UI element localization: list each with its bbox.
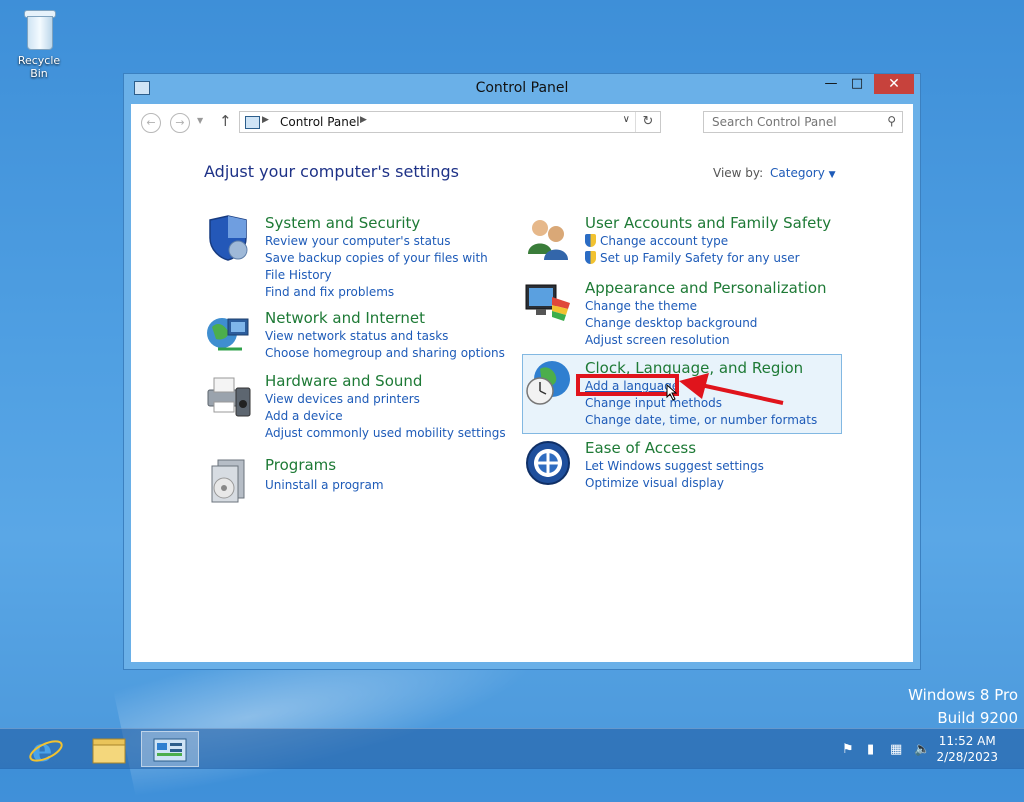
callout-arrow-icon: [679, 373, 784, 405]
appearance-icon: [525, 284, 570, 321]
watermark-build: Build 9200: [937, 709, 1018, 727]
back-button[interactable]: ←: [141, 113, 161, 133]
watermark-edition: Windows 8 Pro: [908, 686, 1018, 704]
shield-icon: [209, 215, 248, 261]
minimize-button[interactable]: —: [818, 74, 844, 94]
forward-button[interactable]: →: [170, 113, 190, 133]
recycle-bin-shortcut[interactable]: Recycle Bin: [8, 8, 70, 80]
programs-icon: [211, 459, 245, 503]
dropdown-arrow-icon: ▼: [828, 170, 836, 180]
power-icon[interactable]: ▮: [867, 742, 874, 757]
refresh-icon[interactable]: ↻: [635, 112, 660, 132]
link-windows-suggest-settings[interactable]: Let Windows suggest settings: [585, 458, 764, 475]
view-by-label: View by:: [713, 166, 764, 180]
category-title[interactable]: Hardware and Sound: [265, 372, 422, 390]
link-optimize-visual-display[interactable]: Optimize visual display: [585, 475, 764, 492]
link-change-theme[interactable]: Change the theme: [585, 298, 757, 315]
window-content: ← → ▼ ↑ ▶ Control Panel ▶ ∨ ↻ ⚲ Adjust y…: [131, 104, 913, 662]
globe-clock-icon: [526, 361, 570, 405]
users-icon: [528, 220, 568, 260]
link-desktop-background[interactable]: Change desktop background: [585, 315, 757, 332]
search-box[interactable]: ⚲: [703, 111, 903, 133]
recycle-bin-label: Recycle Bin: [17, 54, 61, 80]
search-input[interactable]: [710, 114, 878, 130]
control-panel-window: Control Panel — □ ✕ ← → ▼ ↑ ▶ Control Pa…: [123, 73, 921, 670]
view-by-value: Category: [770, 166, 825, 180]
network-icon: [207, 318, 249, 351]
ease-of-access-icon: [526, 441, 570, 485]
link-screen-resolution[interactable]: Adjust screen resolution: [585, 332, 757, 349]
link-save-backup[interactable]: Save backup copies of your files with Fi…: [265, 250, 495, 284]
link-uninstall-program[interactable]: Uninstall a program: [265, 477, 384, 494]
search-icon[interactable]: ⚲: [887, 114, 896, 128]
mouse-pointer-icon: [666, 383, 677, 401]
breadcrumb-chevron-icon[interactable]: ▶: [360, 115, 367, 125]
link-change-account-type[interactable]: Change account type: [585, 233, 800, 250]
link-date-time-formats[interactable]: Change date, time, or number formats: [585, 412, 817, 429]
taskbar-file-explorer[interactable]: [80, 731, 138, 767]
uac-shield-icon: [585, 251, 596, 264]
address-control-panel-icon: [245, 116, 260, 129]
breadcrumb-separator-icon[interactable]: ▶: [262, 115, 269, 125]
category-title[interactable]: Programs: [265, 456, 336, 474]
link-mobility-settings[interactable]: Adjust commonly used mobility settings: [265, 425, 506, 442]
link-review-status[interactable]: Review your computer's status: [265, 233, 495, 250]
close-button[interactable]: ✕: [874, 74, 914, 94]
category-title[interactable]: User Accounts and Family Safety: [585, 214, 831, 232]
up-arrow-icon[interactable]: ↑: [219, 112, 232, 130]
link-devices-printers[interactable]: View devices and printers: [265, 391, 506, 408]
link-add-device[interactable]: Add a device: [265, 408, 506, 425]
category-title[interactable]: System and Security: [265, 214, 420, 232]
navigation-bar: ← → ▼ ↑ ▶ Control Panel ▶ ∨ ↻ ⚲: [131, 104, 913, 140]
category-title[interactable]: Ease of Access: [585, 439, 696, 457]
category-title[interactable]: Network and Internet: [265, 309, 425, 327]
action-center-flag-icon[interactable]: ⚑: [842, 742, 854, 757]
title-bar[interactable]: Control Panel — □ ✕: [124, 74, 920, 102]
window-title: Control Panel: [475, 80, 569, 96]
page-title: Adjust your computer's settings: [204, 162, 459, 181]
system-clock[interactable]: 11:52 AM 2/28/2023: [936, 733, 998, 765]
recent-locations-dropdown-icon[interactable]: ▼: [197, 116, 203, 125]
taskbar-internet-explorer[interactable]: e: [18, 731, 76, 769]
link-family-safety[interactable]: Set up Family Safety for any user: [585, 250, 800, 267]
recycle-bin-icon: [23, 8, 56, 50]
control-panel-taskbar-icon: [153, 738, 187, 762]
windows-build-watermark: Windows 8 Pro Build 9200: [908, 684, 1018, 730]
address-dropdown-icon[interactable]: ∨: [623, 114, 630, 125]
maximize-button[interactable]: □: [844, 74, 870, 94]
taskbar: e ⚑ ▮ ▦ 🔈 11:52 AM 2/28/2023: [0, 728, 1024, 769]
network-tray-icon[interactable]: ▦: [890, 742, 902, 757]
link-network-status[interactable]: View network status and tasks: [265, 328, 505, 345]
breadcrumb-control-panel[interactable]: Control Panel: [280, 115, 360, 129]
link-find-fix-problems[interactable]: Find and fix problems: [265, 284, 495, 301]
printer-icon: [207, 377, 251, 417]
uac-shield-icon: [585, 234, 596, 247]
folder-icon: [92, 738, 126, 764]
internet-explorer-icon: e: [29, 731, 63, 769]
category-title[interactable]: Appearance and Personalization: [585, 279, 827, 297]
clock-date: 2/28/2023: [936, 750, 998, 764]
volume-icon[interactable]: 🔈: [914, 742, 930, 757]
view-by-dropdown[interactable]: Category ▼: [770, 166, 836, 180]
taskbar-control-panel[interactable]: [141, 731, 199, 767]
address-bar[interactable]: ▶ Control Panel ▶ ∨ ↻: [239, 111, 661, 133]
clock-time: 11:52 AM: [938, 734, 996, 748]
link-homegroup-sharing[interactable]: Choose homegroup and sharing options: [265, 345, 505, 362]
